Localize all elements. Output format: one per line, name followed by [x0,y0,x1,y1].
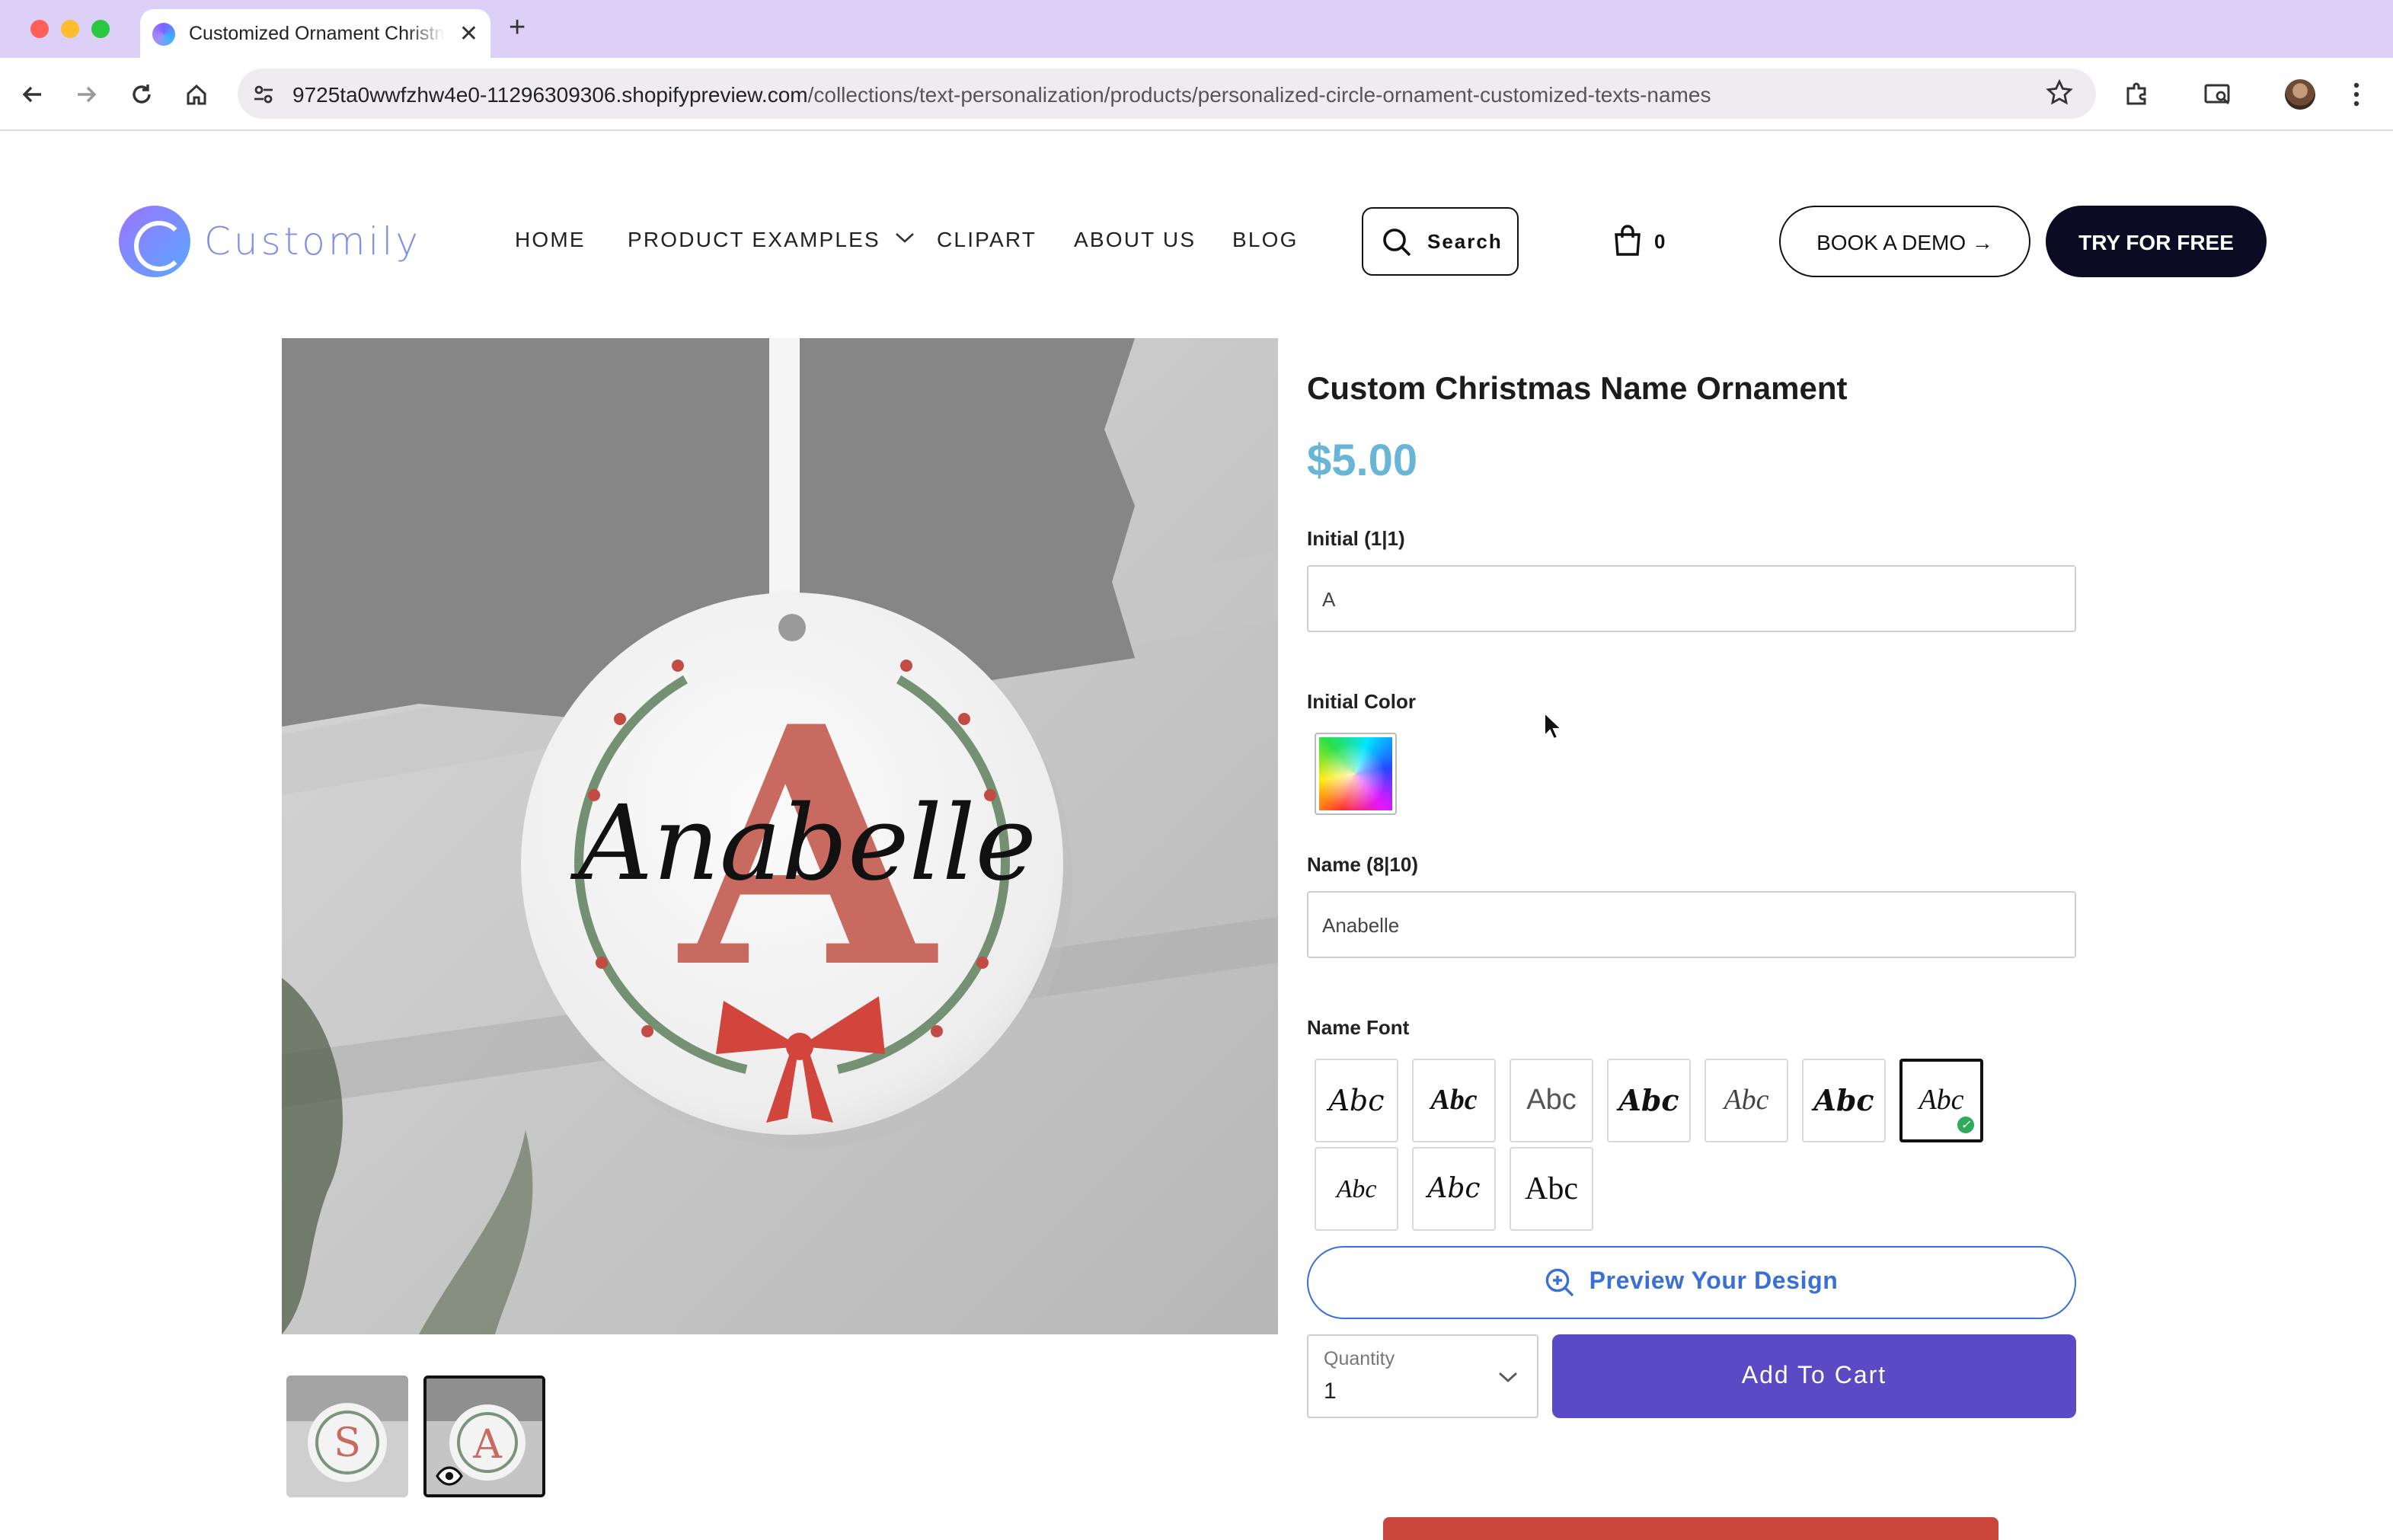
nav-blog[interactable]: BLOG [1232,227,1299,251]
nav-about-us[interactable]: ABOUT US [1074,227,1196,251]
reload-icon[interactable] [125,78,158,111]
font-option-7-label: Abc [1919,1084,1964,1116]
initial-color-label: Initial Color [1307,690,1416,713]
bookmark-star-icon[interactable] [2044,78,2075,116]
site-settings-icon[interactable] [251,82,276,114]
search-label: Search [1427,230,1503,253]
quantity-select[interactable]: Quantity 1 [1307,1334,1538,1418]
quantity-label: Quantity [1324,1348,1395,1369]
forward-icon[interactable] [70,78,104,111]
zoom-in-icon [1546,1268,1574,1297]
font-option-10[interactable]: Abc [1510,1147,1593,1231]
ornament-illustration: A Anabelle [282,338,1278,1334]
thumbnail-2[interactable]: A [423,1375,545,1497]
buy-now-button[interactable] [1383,1517,1998,1540]
ornament-name: Anabelle [570,784,1037,904]
browser-tab[interactable]: Customized Ornament Christmas ✕ [140,9,490,58]
cart-count: 0 [1654,229,1666,252]
font-option-1[interactable]: Abc [1315,1059,1398,1142]
customily-logo-icon [119,206,190,277]
quantity-value: 1 [1324,1379,1337,1404]
close-tab-icon[interactable]: ✕ [459,20,478,47]
thumbnail-1-image: S [286,1375,408,1497]
url-text: 9725ta0wwfzhw4e0-11296309306.shopifyprev… [292,82,1711,107]
thumbnail-1[interactable]: S [286,1375,408,1497]
name-label: Name (8|10) [1307,853,1419,876]
site-logo[interactable]: Customily [119,206,421,277]
cart-icon [1615,225,1641,256]
thumbnail-1-initial: S [334,1420,361,1466]
nav-product-examples[interactable]: PRODUCT EXAMPLES [628,227,915,251]
try-for-free-button[interactable]: TRY FOR FREE [2046,206,2267,277]
product-price: $5.00 [1307,437,1418,486]
mouse-cursor-icon [1544,711,1564,740]
book-demo-button[interactable]: BOOK A DEMO → [1779,206,2030,277]
extensions-icon[interactable] [2120,78,2154,111]
name-font-label: Name Font [1307,1016,1410,1039]
eye-icon[interactable] [436,1465,463,1487]
name-input[interactable] [1307,891,2076,958]
logo-text: Customily [204,219,421,264]
font-option-8[interactable]: Abc [1315,1147,1398,1231]
home-icon[interactable] [180,78,213,111]
check-icon: ✓ [1957,1117,1974,1133]
chevron-down-icon [896,233,914,243]
media-router-icon[interactable] [2201,78,2235,111]
font-option-7[interactable]: Abc ✓ [1899,1059,1983,1142]
search-icon [1383,228,1411,256]
search-button[interactable]: Search [1362,207,1519,276]
main-product-image[interactable]: A Anabelle [282,338,1278,1334]
thumbnail-2-initial: A [472,1422,503,1468]
address-bar[interactable]: 9725ta0wwfzhw4e0-11296309306.shopifyprev… [238,69,2096,119]
new-tab-icon[interactable]: + [509,12,526,46]
initial-input[interactable] [1307,565,2076,632]
font-option-3[interactable]: Abc [1510,1059,1593,1142]
nav-product-examples-label: PRODUCT EXAMPLES [628,227,880,251]
close-window-button[interactable] [30,20,49,38]
nav-home[interactable]: HOME [515,227,586,251]
customily-favicon-icon [152,22,175,45]
product-title: Custom Christmas Name Ornament [1307,372,1848,407]
font-option-9[interactable]: Abc [1412,1147,1496,1231]
font-option-4[interactable]: Abc [1607,1059,1691,1142]
tab-title: Customized Ornament Christmas [189,23,445,44]
more-menu-icon[interactable] [2340,78,2373,111]
font-option-5[interactable]: Abc [1704,1059,1788,1142]
browser-tab-bar: Customized Ornament Christmas ✕ + [0,0,2393,58]
add-to-cart-button[interactable]: Add To Cart [1552,1334,2076,1418]
url-host: 9725ta0wwfzhw4e0-11296309306.shopifyprev… [292,82,808,107]
back-icon[interactable] [15,78,49,111]
nav-clipart[interactable]: CLIPART [937,227,1037,251]
preview-design-button[interactable]: Preview Your Design [1307,1246,2076,1319]
preview-design-label: Preview Your Design [1589,1269,1839,1295]
initial-color-swatch[interactable] [1315,733,1397,815]
browser-toolbar: 9725ta0wwfzhw4e0-11296309306.shopifyprev… [0,58,2393,131]
minimize-window-button[interactable] [61,20,79,38]
url-path: /collections/text-personalization/produc… [807,82,1711,107]
cart-button[interactable]: 0 [1613,224,1665,257]
chevron-down-icon [1499,1372,1517,1382]
font-option-2[interactable]: Abc [1412,1059,1496,1142]
color-picker-gradient [1319,737,1392,810]
maximize-window-button[interactable] [91,20,110,38]
font-option-6[interactable]: Abc [1802,1059,1886,1142]
profile-avatar[interactable] [2285,79,2315,110]
initial-label: Initial (1|1) [1307,527,1405,550]
